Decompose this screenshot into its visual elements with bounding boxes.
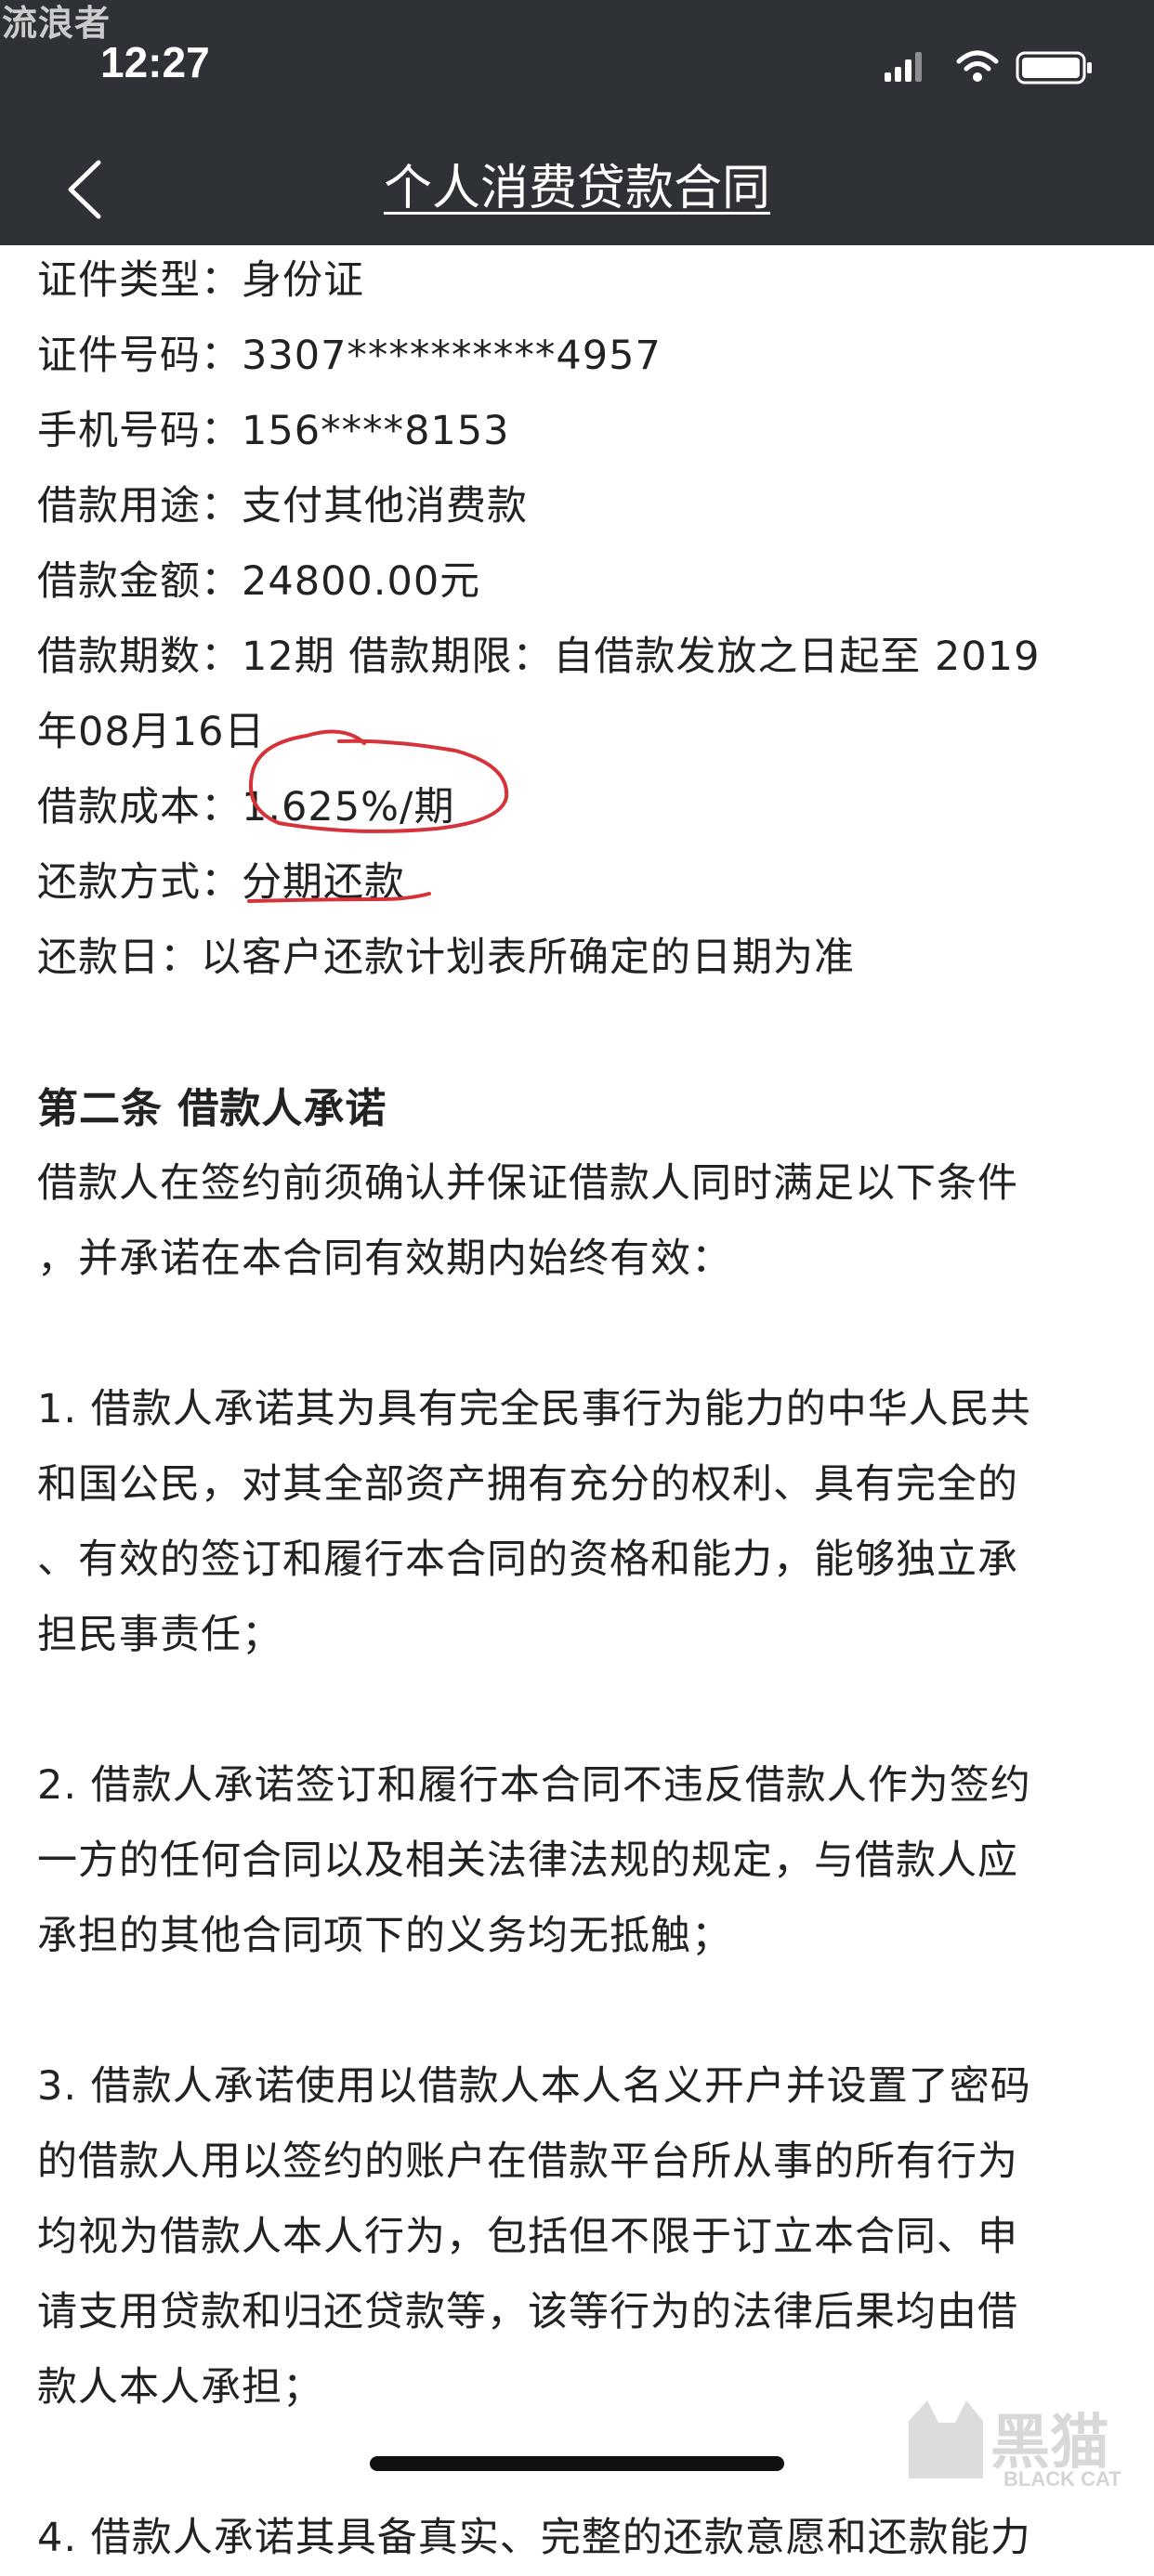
status-bar: 流浪者 12:27 — [0, 0, 1154, 130]
watermark-text: 流浪者 — [2, 3, 111, 44]
contract-line: 担民事责任； — [37, 1612, 282, 1658]
contract-line: 借款用途：支付其他消费款 — [37, 483, 528, 530]
watermark-sub-text: BLACK CAT — [1003, 2467, 1121, 2491]
contract-line: 还款方式：分期还款 — [37, 859, 405, 906]
contract-line: 借款金额：24800.00元 — [37, 558, 481, 605]
contract-line: 承担的其他合同项下的义务均无抵触； — [37, 1913, 732, 1959]
nav-bar: 个人消费贷款合同 — [0, 130, 1154, 245]
contract-line: 的借款人用以签约的账户在借款平台所从事的所有行为 — [37, 2138, 1018, 2185]
contract-line: 借款人在签约前须确认并保证借款人同时满足以下条件 — [37, 1160, 1018, 1207]
contract-content: 证件类型：身份证证件号码：3307**********4957 手机号码：156*… — [37, 243, 1124, 2576]
signal-icon — [885, 52, 922, 82]
contract-line: 年08月16日 — [37, 709, 266, 755]
page-title: 个人消费贷款合同 — [383, 161, 770, 216]
battery-icon — [1016, 51, 1092, 85]
contract-line: 手机号码：156****8153 — [37, 408, 510, 454]
contract-line: 1. 借款人承诺其为具有完全民事行为能力的中华人民共 — [37, 1386, 1031, 1432]
status-time: 12:27 — [100, 38, 210, 86]
contract-line: 3. 借款人承诺使用以借款人本人名义开户并设置了密码 — [37, 2063, 1031, 2110]
contract-line: 请支用贷款和归还贷款等，该等行为的法律后果均由借 — [37, 2289, 1018, 2335]
status-icons — [885, 50, 1092, 85]
contract-line: 2. 借款人承诺签订和履行本合同不违反借款人作为签约 — [37, 1762, 1031, 1809]
contract-line: 4. 借款人承诺其具备真实、完整的还款意愿和还款能力 — [37, 2515, 1031, 2561]
contract-line: 还款日：以客户还款计划表所确定的日期为准 — [37, 935, 855, 981]
wifi-icon — [956, 50, 999, 82]
contract-line: 一方的任何合同以及相关法律法规的规定，与借款人应 — [37, 1837, 1018, 1884]
section-heading: 第二条 借款人承诺 — [37, 1085, 387, 1132]
contract-line: 借款期数：12期 借款期限：自借款发放之日起至 2019 — [37, 634, 1041, 680]
contract-line: ，并承诺在本合同有效期内始终有效： — [37, 1236, 732, 1282]
contract-line: 借款成本：1.625%/期 — [37, 784, 455, 830]
contract-line: 和国公民，对其全部资产拥有充分的权利、具有完全的 — [37, 1461, 1018, 1508]
contract-line: 、有效的签订和履行本合同的资格和能力，能够独立承 — [37, 1536, 1018, 1583]
contract-line: 均视为借款人本人行为，包括但不限于订立本合同、申 — [37, 2214, 1018, 2260]
blackcat-watermark: 黑猫 BLACK CAT — [901, 2389, 1154, 2497]
home-indicator — [370, 2456, 784, 2471]
contract-line: 证件号码：3307**********4957 — [37, 333, 662, 379]
contract-line: 证件类型：身份证 — [37, 257, 364, 304]
